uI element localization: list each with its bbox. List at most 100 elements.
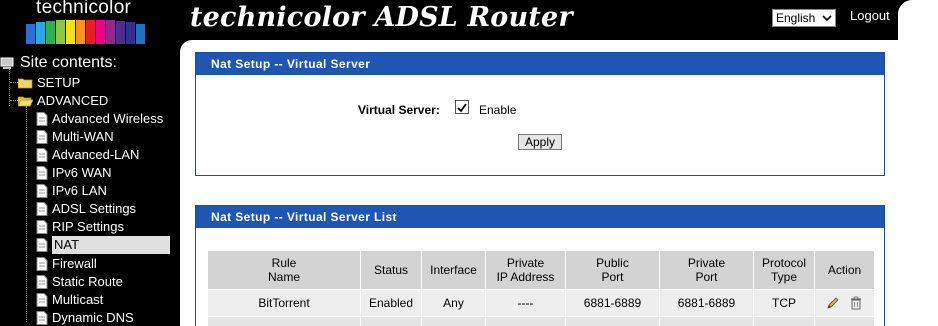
col-private-ip: Private IP Address	[485, 250, 566, 290]
col-label: Protocol	[761, 256, 807, 270]
table-header-row: Rule Name Status Interface Private IP Addr…	[207, 250, 875, 290]
sidebar-title-label: Site contents:	[20, 54, 117, 71]
sidebar-item-firewall[interactable]: Firewall	[36, 255, 97, 273]
virtual-server-label: Virtual Server:	[358, 103, 440, 117]
document-icon	[36, 166, 48, 180]
document-icon	[36, 220, 48, 234]
col-label: Port	[695, 270, 718, 284]
cell-rule-name: BitTorrent	[207, 289, 361, 317]
sidebar-group-label: ADVANCED	[37, 93, 109, 108]
cell-interface: Any	[421, 289, 486, 317]
sidebar-item-label: Multicast	[52, 292, 104, 307]
sidebar-item-label-selected: NAT	[52, 236, 170, 254]
sidebar-group-label: SETUP	[37, 75, 81, 90]
enable-checkbox[interactable]	[455, 100, 469, 114]
sidebar-group-setup[interactable]: SETUP	[18, 74, 80, 92]
sidebar-item-label: Dynamic DNS	[52, 310, 134, 325]
apply-button[interactable]: Apply	[518, 134, 562, 150]
sidebar-item-label: IPv6 WAN	[52, 165, 112, 180]
delete-trash-icon[interactable]	[849, 296, 863, 310]
sidebar-item-label: RIP Settings	[52, 219, 125, 234]
col-action: Action	[814, 250, 875, 290]
document-icon	[36, 257, 48, 271]
app-title: technicolor ADSL Router	[190, 2, 573, 33]
col-rule-name: Rule Name	[207, 250, 361, 290]
document-icon	[36, 293, 48, 307]
computer-icon	[0, 57, 14, 69]
sidebar-item-label: Advanced Wireless	[52, 111, 164, 126]
folder-icon	[18, 78, 33, 89]
col-label: Type	[770, 270, 797, 284]
virtual-server-table: Rule Name Status Interface Private IP Addr…	[207, 250, 875, 326]
cell-protocol: TCP	[753, 289, 815, 317]
site-contents-title: Site contents:	[0, 54, 117, 72]
sidebar-item-multicast[interactable]: Multicast	[36, 291, 103, 309]
sidebar-item-adsl-settings[interactable]: ADSL Settings	[36, 200, 136, 218]
col-label: Private	[506, 256, 545, 270]
cell-private-ip: ----	[485, 289, 566, 317]
col-label: Port	[601, 270, 624, 284]
col-label: IP Address	[496, 270, 555, 284]
sidebar-item-label: ADSL Settings	[52, 201, 137, 216]
document-icon	[36, 148, 48, 162]
col-interface: Interface	[421, 250, 486, 290]
folder-open-icon	[18, 96, 33, 107]
sidebar-item-ipv6-lan[interactable]: IPv6 LAN	[36, 182, 107, 200]
sidebar-item-label: Advanced-LAN	[52, 147, 140, 162]
sidebar-item-static-route[interactable]: Static Route	[36, 273, 123, 291]
logout-link[interactable]: Logout	[850, 8, 890, 23]
document-icon	[36, 275, 48, 289]
cell-empty	[565, 316, 660, 326]
col-public-port: Public Port	[565, 250, 660, 290]
cell-public-port: 6881-6889	[565, 289, 660, 317]
cell-empty	[753, 316, 815, 326]
technicolor-logo-icon	[26, 20, 145, 44]
cell-action	[814, 316, 875, 326]
col-label: Private	[687, 256, 726, 270]
col-status: Status	[360, 250, 422, 290]
document-icon	[36, 238, 48, 252]
cell-status: Enabled	[360, 289, 422, 317]
cell-empty	[659, 316, 754, 326]
col-private-port: Private Port	[659, 250, 754, 290]
cell-empty	[421, 316, 486, 326]
main-content: Nat Setup -- Virtual Server Virtual Serv…	[180, 40, 938, 326]
virtual-server-list-panel: Nat Setup -- Virtual Server List Rule Nam…	[195, 205, 885, 326]
panel-title: Nat Setup -- Virtual Server	[196, 53, 884, 75]
table-row: BitTorrent Enabled Any ---- 6881-6889 68…	[207, 289, 875, 317]
sidebar-item-multi-wan[interactable]: Multi-WAN	[36, 128, 114, 146]
sidebar-item-advanced-wireless[interactable]: Advanced Wireless	[36, 110, 163, 128]
edit-pencil-icon[interactable]	[826, 296, 840, 310]
tree-line	[10, 82, 18, 83]
sidebar-item-advanced-lan[interactable]: Advanced-LAN	[36, 146, 139, 164]
cell-private-port: 6881-6889	[659, 289, 754, 317]
document-icon	[36, 184, 48, 198]
document-icon	[36, 202, 48, 216]
language-value: English	[776, 11, 816, 25]
document-icon	[36, 311, 48, 325]
sidebar-item-nat[interactable]: NAT	[36, 236, 170, 254]
language-select[interactable]: English	[772, 9, 836, 27]
sidebar-item-label: IPv6 LAN	[52, 183, 107, 198]
sidebar-group-advanced[interactable]: ADVANCED	[18, 92, 108, 110]
sidebar-item-rip-settings[interactable]: RIP Settings	[36, 218, 124, 236]
tree-line	[26, 106, 27, 322]
sidebar-item-label: Firewall	[52, 256, 97, 271]
col-label: Public	[596, 256, 629, 270]
cell-empty	[207, 316, 361, 326]
col-label: Name	[267, 270, 300, 284]
enable-label: Enable	[479, 103, 517, 117]
col-protocol: Protocol Type	[753, 250, 815, 290]
sidebar-item-ipv6-wan[interactable]: IPv6 WAN	[36, 164, 111, 182]
sidebar-item-label: Multi-WAN	[52, 129, 114, 144]
sidebar-item-dynamic-dns[interactable]: Dynamic DNS	[36, 309, 134, 326]
sidebar: Site contents: SETUP ADVANCED Advanced W…	[0, 52, 180, 326]
cell-empty	[360, 316, 422, 326]
virtual-server-panel: Nat Setup -- Virtual Server Virtual Serv…	[195, 52, 885, 176]
checkmark-icon	[457, 103, 467, 113]
document-icon	[36, 112, 48, 126]
panel-title: Nat Setup -- Virtual Server List	[196, 206, 884, 228]
document-icon	[36, 130, 48, 144]
table-row	[207, 316, 875, 326]
sidebar-item-label: Static Route	[52, 274, 123, 289]
